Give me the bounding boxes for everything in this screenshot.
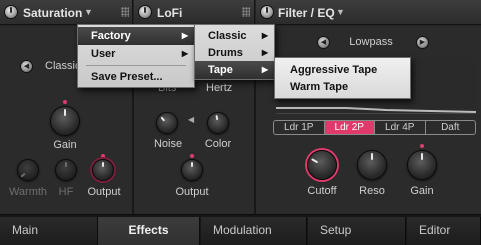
- saturation-hf-knob[interactable]: [55, 159, 77, 181]
- saturation-gain-label: Gain: [53, 139, 77, 151]
- tab-modulation[interactable]: Modulation: [201, 217, 307, 245]
- lofi-title[interactable]: LoFi: [157, 6, 182, 20]
- submenu-arrow-icon: ▶: [181, 31, 188, 40]
- saturation-mode-label: Classic: [45, 60, 81, 72]
- saturation-output-knob[interactable]: [92, 159, 114, 181]
- menu-item-tape[interactable]: Tape ▶: [195, 61, 274, 79]
- ladder-mode-selector: Ldr 1P Ldr 2P Ldr 4P Daft: [273, 120, 476, 135]
- filter-cutoff-label: Cutoff: [307, 185, 337, 197]
- menu-item-classic[interactable]: Classic ▶: [195, 27, 274, 45]
- lofi-output-knob[interactable]: [181, 159, 203, 181]
- ladder-mode-1p[interactable]: Ldr 1P: [274, 121, 325, 134]
- tab-editor[interactable]: Editor: [407, 217, 481, 245]
- filter-cutoff-knob[interactable]: [307, 150, 337, 180]
- output-marker-icon: [101, 154, 105, 158]
- menu-item-save-preset[interactable]: Save Preset...: [78, 68, 194, 86]
- saturation-output-label: Output: [87, 186, 121, 198]
- filter-reso-label: Reso: [359, 185, 385, 197]
- lofi-output-marker-icon: [190, 154, 194, 158]
- tab-effects[interactable]: Effects: [98, 217, 200, 245]
- saturation-prev-icon[interactable]: ◀: [20, 60, 33, 73]
- gain-marker-icon: [63, 100, 67, 104]
- filter-reso-knob[interactable]: [357, 150, 387, 180]
- submenu-arrow-icon: ▶: [261, 65, 268, 74]
- lofi-output-label: Output: [175, 186, 209, 198]
- filter-gain-label: Gain: [410, 185, 434, 197]
- menu-item-user[interactable]: User ▶: [78, 45, 194, 63]
- lofi-noise-knob[interactable]: [156, 112, 178, 134]
- filter-next-icon[interactable]: ▶: [416, 36, 429, 49]
- saturation-warmth-label: Warmth: [8, 186, 48, 198]
- menu-separator: [86, 65, 186, 66]
- lofi-color-knob[interactable]: [207, 112, 229, 134]
- menu-item-user-label: User: [91, 48, 116, 60]
- submenu-arrow-icon: ▶: [261, 31, 268, 40]
- submenu-arrow-icon: ▶: [181, 49, 188, 58]
- tab-main[interactable]: Main: [0, 217, 98, 245]
- saturation-gain-knob[interactable]: [50, 106, 80, 136]
- submenu-arrow-icon: ▶: [261, 48, 268, 57]
- filter-title[interactable]: Filter / EQ: [278, 6, 335, 20]
- menu-item-tape-label: Tape: [208, 64, 233, 76]
- saturation-header: Saturation ▼: [0, 0, 133, 25]
- preset-root-menu: Factory ▶ User ▶ Save Preset...: [77, 24, 195, 88]
- saturation-title[interactable]: Saturation: [23, 6, 82, 20]
- saturation-warmth-knob[interactable]: [17, 159, 39, 181]
- filter-type-label: Lowpass: [349, 36, 393, 48]
- menu-item-drums-label: Drums: [208, 47, 243, 59]
- saturation-menu-arrow-icon[interactable]: ▼: [84, 7, 93, 17]
- lofi-hertz-label: Hertz: [206, 82, 233, 94]
- filter-prev-icon[interactable]: ◀: [317, 36, 330, 49]
- ladder-mode-2p[interactable]: Ldr 2P: [324, 121, 375, 134]
- factory-submenu: Classic ▶ Drums ▶ Tape ▶: [194, 24, 275, 80]
- filter-gain-marker-icon: [420, 144, 424, 148]
- filter-menu-arrow-icon[interactable]: ▼: [336, 7, 345, 17]
- ladder-mode-4p[interactable]: Ldr 4P: [375, 121, 426, 134]
- filter-gain-knob[interactable]: [407, 150, 437, 180]
- lofi-header: LoFi: [134, 0, 255, 25]
- saturation-power-icon[interactable]: [4, 5, 18, 19]
- lofi-drag-grip-icon[interactable]: [242, 7, 250, 17]
- menu-item-factory[interactable]: Factory ▶: [78, 27, 194, 45]
- menu-item-drums[interactable]: Drums ▶: [195, 44, 274, 62]
- menu-item-classic-label: Classic: [208, 30, 247, 42]
- menu-item-warm-tape[interactable]: Warm Tape: [275, 78, 410, 96]
- filter-power-icon[interactable]: [260, 5, 274, 19]
- saturation-hf-label: HF: [58, 186, 74, 198]
- filter-header: Filter / EQ ▼: [256, 0, 481, 25]
- saturation-drag-grip-icon[interactable]: [121, 7, 129, 17]
- lofi-link-arrow-icon[interactable]: ◀: [188, 115, 194, 124]
- lofi-noise-label: Noise: [153, 138, 183, 150]
- lofi-color-label: Color: [204, 138, 232, 150]
- ladder-mode-daft[interactable]: Daft: [426, 121, 476, 134]
- lofi-power-icon[interactable]: [138, 5, 152, 19]
- bottom-tab-bar: Main Effects Modulation Setup Editor: [0, 214, 481, 245]
- menu-item-save-preset-label: Save Preset...: [91, 71, 163, 83]
- tape-submenu: Aggressive Tape Warm Tape: [274, 57, 411, 99]
- menu-item-factory-label: Factory: [91, 30, 131, 42]
- menu-item-aggressive-tape[interactable]: Aggressive Tape: [275, 61, 410, 79]
- tab-setup[interactable]: Setup: [308, 217, 406, 245]
